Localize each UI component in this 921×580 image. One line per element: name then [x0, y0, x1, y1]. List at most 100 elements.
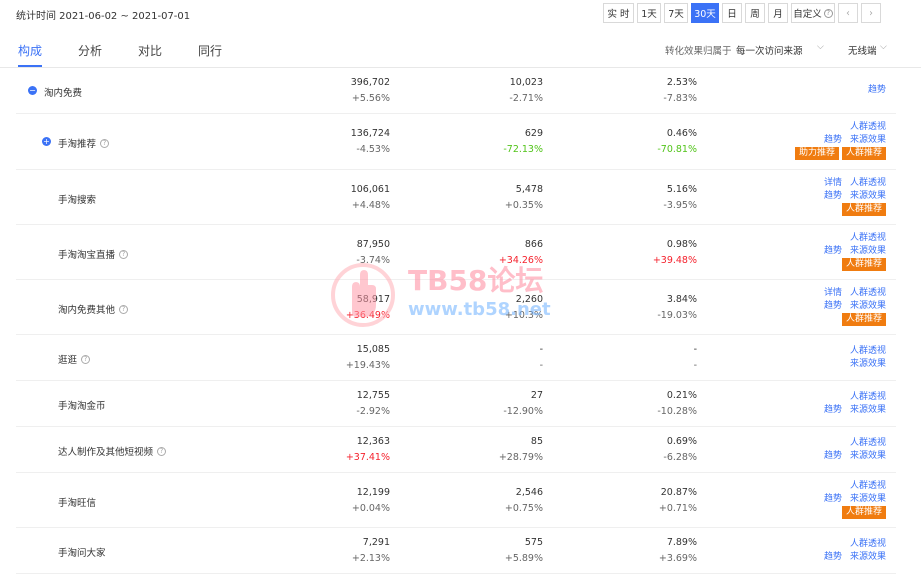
chevron-down-icon: ⌵ — [880, 42, 887, 52]
source-effect-link[interactable]: 来源效果 — [850, 246, 886, 256]
row-name: 淘内免费 — [44, 88, 83, 99]
row-name: 手淘问大家 — [58, 548, 106, 559]
metric-visitors: 12,363 +37.41% — [345, 436, 390, 463]
row-actions: 趋势 — [868, 84, 886, 97]
period-7day-button[interactable]: 7天 — [664, 3, 688, 23]
table-row: 手淘问大家 7,291 +2.13% 575 +5.89% 7.89% +3.69% … — [16, 528, 896, 574]
crowd-link[interactable]: 人群透视 — [850, 288, 886, 298]
crowd-link[interactable]: 人群透视 — [850, 392, 886, 402]
period-realtime-button[interactable]: 实 时 — [603, 3, 634, 23]
tab-compare[interactable]: 对比 — [138, 42, 162, 59]
collapse-icon[interactable]: − — [28, 86, 37, 95]
crowd-rec-badge[interactable]: 人群推荐 — [841, 258, 886, 271]
device-select[interactable]: 无线端 — [848, 43, 877, 57]
metric-visitors: 12,755 -2.92% — [356, 390, 390, 417]
metric-conversion: 7.89% +3.69% — [658, 537, 697, 564]
attribution-select[interactable]: 每一次访问来源 — [736, 43, 803, 57]
period-custom-label: 自定义 — [793, 9, 822, 20]
help-icon: ? — [81, 354, 91, 364]
period-custom-button[interactable]: 自定义 ? — [791, 3, 835, 23]
metric-buyers: 27 -12.90% — [503, 390, 543, 417]
crowd-rec-badge[interactable]: 人群推荐 — [841, 506, 886, 519]
trend-link[interactable]: 趋势 — [824, 405, 842, 415]
crowd-rec-badge[interactable]: 人群推荐 — [841, 203, 886, 216]
prev-period-button[interactable]: ‹ — [838, 3, 858, 23]
crowd-link[interactable]: 人群透视 — [850, 346, 886, 356]
table-row: − 淘内免费 396,702 +5.56% 10,023 -2.71% 2.53% -… — [16, 68, 896, 114]
tab-analysis[interactable]: 分析 — [78, 42, 102, 59]
trend-link[interactable]: 趋势 — [824, 552, 842, 562]
help-icon: ? — [119, 304, 129, 314]
period-month-button[interactable]: 月 — [768, 3, 788, 23]
crowd-link[interactable]: 人群透视 — [850, 233, 886, 243]
detail-link[interactable]: 详情 — [824, 288, 842, 298]
table-row: 手淘旺信 12,199 +0.04% 2,546 +0.75% 20.87% +0.7… — [16, 473, 896, 528]
crowd-link[interactable]: 人群透视 — [850, 539, 886, 549]
period-30day-button[interactable]: 30天 — [691, 3, 719, 23]
row-actions: 人群透视 趋势 来源效果 助力推荐 人群推荐 — [792, 121, 886, 160]
row-name: 手淘推荐? — [58, 136, 110, 150]
table-row: 达人制作及其他短视频? 12,363 +37.41% 85 +28.79% 0.69… — [16, 427, 896, 473]
help-icon: ? — [119, 249, 129, 259]
crowd-rec-badge[interactable]: 人群推荐 — [841, 313, 886, 326]
period-week-button[interactable]: 周 — [745, 3, 765, 23]
table-row: + 手淘推荐? 136,724 -4.53% 629 -72.13% 0.46% -7… — [16, 114, 896, 170]
row-name: 手淘淘宝直播? — [58, 247, 129, 261]
metric-conversion: 0.21% -10.28% — [657, 390, 697, 417]
tab-peers[interactable]: 同行 — [198, 42, 222, 59]
date-range: 统计时间 2021-06-02 ~ 2021-07-01 — [16, 11, 191, 22]
source-effect-link[interactable]: 来源效果 — [850, 494, 886, 504]
trend-link[interactable]: 趋势 — [824, 494, 842, 504]
trend-link[interactable]: 趋势 — [824, 191, 842, 201]
trend-link[interactable]: 趋势 — [824, 246, 842, 256]
row-name: 手淘搜索 — [58, 195, 97, 206]
next-period-button[interactable]: › — [861, 3, 881, 23]
trend-link[interactable]: 趋势 — [824, 451, 842, 461]
table-row: 手淘淘金币 12,755 -2.92% 27 -12.90% 0.21% -10.28… — [16, 381, 896, 427]
row-actions: 人群透视 趋势 来源效果 — [824, 437, 886, 463]
chevron-left-icon: ‹ — [846, 7, 850, 19]
metric-buyers: 575 +5.89% — [504, 537, 543, 564]
expand-icon[interactable]: + — [42, 137, 51, 146]
metric-visitors: 106,061 +4.48% — [350, 184, 390, 211]
period-1day-button[interactable]: 1天 — [637, 3, 661, 23]
crowd-link[interactable]: 人群透视 — [850, 481, 886, 491]
crowd-link[interactable]: 人群透视 — [850, 178, 886, 188]
metric-conversion: 3.84% -19.03% — [657, 294, 697, 321]
metric-buyers: 10,023 -2.71% — [509, 77, 543, 104]
tab-composition[interactable]: 构成 — [18, 42, 42, 59]
source-effect-link[interactable]: 来源效果 — [850, 301, 886, 311]
watermark-title: TB58论坛 — [408, 264, 544, 297]
crowd-link[interactable]: 人群透视 — [850, 122, 886, 132]
row-name: 手淘旺信 — [58, 498, 97, 509]
row-name: 手淘淘金币 — [58, 401, 106, 412]
boost-badge[interactable]: 助力推荐 — [794, 147, 839, 160]
source-effect-link[interactable]: 来源效果 — [850, 552, 886, 562]
metric-visitors: 12,199 +0.04% — [351, 487, 390, 514]
source-effect-link[interactable]: 来源效果 — [850, 451, 886, 461]
trend-link[interactable]: 趋势 — [824, 301, 842, 311]
crowd-rec-badge[interactable]: 人群推荐 — [841, 147, 886, 160]
period-day-button[interactable]: 日 — [722, 3, 742, 23]
source-effect-link[interactable]: 来源效果 — [850, 191, 886, 201]
trend-link[interactable]: 趋势 — [868, 85, 886, 95]
row-actions: 人群透视 趋势 来源效果 人群推荐 — [824, 480, 886, 519]
source-effect-link[interactable]: 来源效果 — [850, 405, 886, 415]
help-icon: ? — [100, 138, 110, 148]
source-effect-link[interactable]: 来源效果 — [850, 135, 886, 145]
trend-link[interactable]: 趋势 — [824, 135, 842, 145]
row-actions: 人群透视 趋势 来源效果 — [824, 538, 886, 564]
help-icon: ? — [823, 8, 833, 18]
metric-conversion: -- — [693, 344, 697, 371]
source-effect-link[interactable]: 来源效果 — [850, 359, 886, 369]
chevron-right-icon: › — [869, 7, 873, 19]
period-month-label: 月 — [773, 9, 783, 20]
metric-buyers: -- — [539, 344, 543, 371]
help-icon: ? — [157, 446, 167, 456]
table-row: 逛逛? 15,085 +19.43% -- -- 人群透视 来源效果 — [16, 335, 896, 381]
crowd-link[interactable]: 人群透视 — [850, 438, 886, 448]
detail-link[interactable]: 详情 — [824, 178, 842, 188]
metric-conversion: 0.46% -70.81% — [657, 128, 697, 155]
metric-visitors: 136,724 -4.53% — [350, 128, 390, 155]
metric-buyers: 5,478 +0.35% — [504, 184, 543, 211]
